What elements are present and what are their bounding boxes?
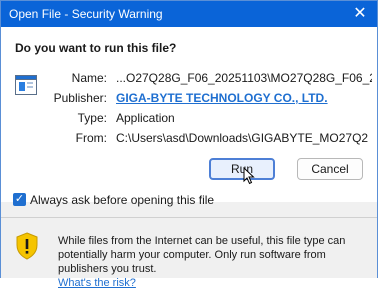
security-warning-dialog: Open File - Security Warning ✕ Do you wa… xyxy=(0,0,378,289)
from-label: From: xyxy=(75,131,107,145)
type-value: Application xyxy=(116,111,175,125)
checkmark-icon[interactable]: ✓ xyxy=(13,193,26,206)
run-question: Do you want to run this file? xyxy=(15,41,177,55)
type-label: Type: xyxy=(77,111,107,125)
warning-message: While files from the Internet can be use… xyxy=(58,234,368,290)
run-button[interactable]: Run xyxy=(209,158,275,180)
from-value: C:\Users\asd\Downloads\GIGABYTE_MO27Q28G… xyxy=(116,131,368,145)
warning-panel: While files from the Internet can be use… xyxy=(1,218,377,289)
warning-text: While files from the Internet can be use… xyxy=(58,235,346,275)
cancel-button[interactable]: Cancel xyxy=(297,158,363,180)
warning-shield-icon xyxy=(16,232,38,260)
dialog-content: Do you want to run this file? Name: ...O… xyxy=(1,27,377,202)
whats-the-risk-link[interactable]: What's the risk? xyxy=(58,277,136,289)
name-label: Name: xyxy=(71,71,107,85)
publisher-label: Publisher: xyxy=(53,91,107,105)
always-ask-label[interactable]: Always ask before opening this file xyxy=(30,193,214,207)
name-value: ...O27Q28G_F06_20251103\MO27Q28G_F06_202… xyxy=(116,71,372,85)
title-bar[interactable]: Open File - Security Warning ✕ xyxy=(1,1,377,27)
publisher-link[interactable]: GIGA-BYTE TECHNOLOGY CO., LTD. xyxy=(116,91,328,105)
mouse-cursor-icon xyxy=(243,167,255,185)
window-title: Open File - Security Warning xyxy=(9,7,163,21)
close-icon[interactable]: ✕ xyxy=(351,5,369,23)
